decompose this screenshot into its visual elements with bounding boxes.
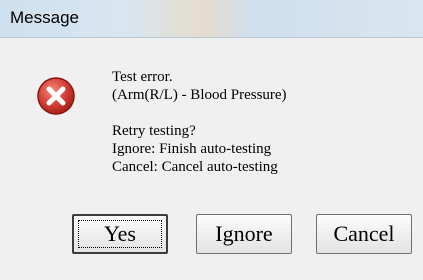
message-text: Test error. (Arm(R/L) - Blood Pressure) …	[112, 68, 287, 176]
yes-button[interactable]: Yes	[72, 214, 168, 254]
message-line-retry: Retry testing?	[112, 123, 196, 139]
ignore-button[interactable]: Ignore	[196, 214, 292, 254]
focus-rectangle	[78, 220, 162, 248]
message-line-ignore: Ignore: Finish auto-testing	[112, 141, 272, 157]
message-line-cancel: Cancel: Cancel auto-testing	[112, 159, 278, 175]
cancel-button[interactable]: Cancel	[316, 214, 412, 254]
title-bar[interactable]: Message	[0, 0, 423, 38]
cancel-button-label: Cancel	[333, 221, 395, 246]
window-title: Message	[10, 8, 79, 27]
message-line-error: Test error.	[112, 69, 173, 85]
ignore-button-label: Ignore	[215, 221, 273, 246]
error-icon	[37, 77, 75, 115]
message-line-detail: (Arm(R/L) - Blood Pressure)	[112, 87, 287, 103]
